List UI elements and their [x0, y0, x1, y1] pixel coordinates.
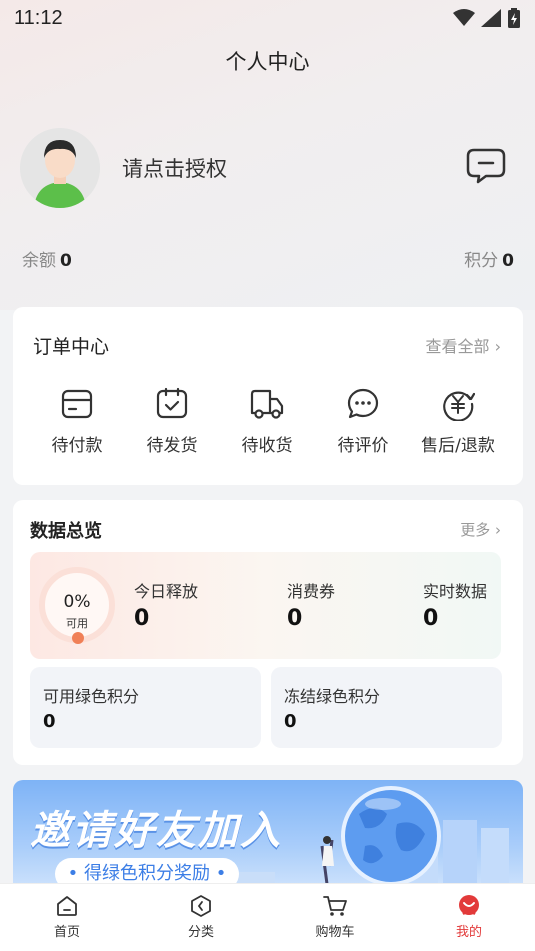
overview-more-link[interactable]: 更多 › [460, 519, 501, 540]
stat-value: 0 [287, 606, 303, 631]
box-check-icon [156, 387, 188, 419]
tab-label: 购物车 [315, 925, 355, 940]
progress-dot [72, 632, 84, 644]
tab-profile[interactable]: 我的 [434, 894, 504, 940]
available-percent: 0% [63, 592, 91, 612]
authorize-prompt[interactable]: 请点击授权 [122, 153, 227, 183]
balance[interactable]: 余额 0 [22, 246, 72, 271]
order-pending-payment[interactable]: 待付款 [29, 387, 125, 456]
signal-icon [481, 9, 501, 27]
points-label: 积分 [464, 251, 499, 271]
view-all-label: 查看全部 [425, 337, 490, 356]
message-icon[interactable] [466, 147, 506, 185]
refund-icon [443, 391, 475, 421]
order-center-card: 订单中心 查看全部 › 待付款 待发货 待收货 待评价 售后/退款 [13, 307, 523, 485]
tab-category[interactable]: 分类 [166, 894, 236, 940]
avatar[interactable] [20, 128, 100, 208]
stat-label: 今日释放 [134, 582, 199, 601]
bottom-tab-bar: 首页 分类 购物车 我的 [0, 883, 535, 951]
profile-icon [459, 895, 479, 916]
order-after-sale[interactable]: 售后/退款 [410, 387, 506, 456]
avatar-icon [20, 128, 100, 208]
balance-label: 余额 [22, 251, 56, 271]
status-icons [453, 8, 521, 28]
stat-label: 实时数据 [423, 582, 488, 601]
stat-vouchers[interactable]: 消费券 0 [287, 578, 335, 631]
order-label-pending-receipt: 待收货 [241, 436, 293, 456]
stat-realtime-data[interactable]: 实时数据 0 [423, 578, 487, 631]
points-value: 0 [502, 251, 514, 271]
order-label-pending-shipment: 待发货 [146, 436, 198, 456]
stat-value: 0 [423, 606, 439, 631]
tab-label: 首页 [53, 925, 80, 940]
points[interactable]: 积分 0 [464, 246, 514, 271]
tab-home[interactable]: 首页 [32, 894, 102, 940]
balance-value: 0 [60, 251, 72, 271]
tab-label: 分类 [187, 925, 214, 940]
invite-title: 邀请好友加入 [30, 808, 282, 854]
status-time: 11:12 [14, 6, 63, 29]
available-percent-label: 可用 [66, 617, 88, 630]
status-bar: 11:12 [0, 0, 535, 36]
data-overview-card: 数据总览 更多 › 0% 可用 今日释放 0 消费券 0 实时数据 0 可用绿色… [13, 500, 523, 765]
category-icon [191, 895, 211, 917]
home-icon [57, 896, 77, 916]
available-percent-ring: 0% 可用 [39, 567, 115, 644]
frozen-green-points[interactable]: 冻结绿色积分 0 [271, 667, 502, 748]
order-label-pending-review: 待评价 [337, 436, 389, 456]
overview-summary: 0% 可用 今日释放 0 消费券 0 实时数据 0 [30, 552, 501, 659]
stat-value: 0 [134, 606, 150, 631]
order-label-pending-payment: 待付款 [51, 436, 103, 456]
overview-more-label: 更多 [460, 521, 491, 539]
page-title: 个人中心 [225, 50, 310, 74]
invite-friends-banner[interactable]: 邀请好友加入 • 得绿色积分奖励 • [13, 780, 523, 890]
stat-today-release[interactable]: 今日释放 0 [134, 578, 198, 631]
chat-bubble-icon [347, 388, 379, 419]
chevron-right-icon: › [495, 521, 501, 539]
stat-label: 消费券 [287, 582, 336, 601]
available-green-points[interactable]: 可用绿色积分 0 [30, 667, 261, 748]
green-points-label: 冻结绿色积分 [284, 687, 381, 706]
green-points-value: 0 [284, 711, 297, 732]
order-pending-shipment[interactable]: 待发货 [124, 387, 220, 456]
chevron-right-icon: › [494, 337, 501, 356]
green-points-value: 0 [43, 711, 56, 732]
tab-cart[interactable]: 购物车 [300, 894, 370, 940]
cart-icon [323, 896, 347, 916]
wallet-icon [61, 389, 93, 419]
overview-title: 数据总览 [30, 521, 102, 542]
order-center-title: 订单中心 [33, 336, 110, 358]
order-pending-review[interactable]: 待评价 [315, 387, 411, 456]
order-label-after-sale: 售后/退款 [421, 436, 495, 456]
wifi-icon [453, 9, 475, 26]
view-all-orders-link[interactable]: 查看全部 › [425, 333, 501, 357]
green-points-label: 可用绿色积分 [43, 687, 140, 706]
order-pending-receipt[interactable]: 待收货 [219, 387, 315, 456]
tab-label: 我的 [455, 925, 482, 940]
battery-icon [508, 8, 520, 28]
truck-icon [250, 389, 284, 419]
